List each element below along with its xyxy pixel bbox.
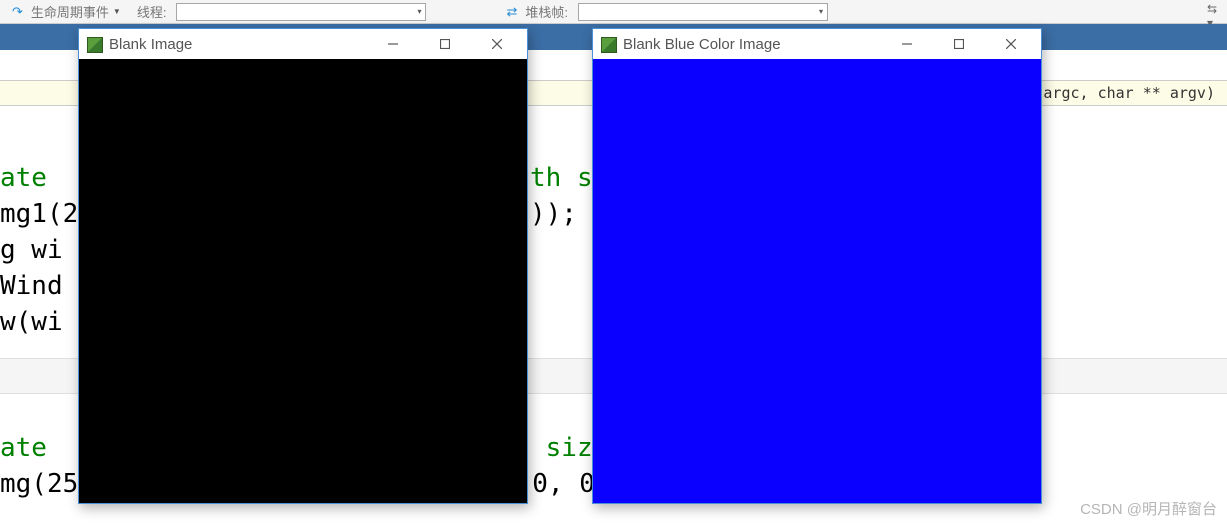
code-fragment: ate (0, 433, 63, 463)
cv-window-blank-image[interactable]: Blank Image (78, 28, 528, 504)
lifecycle-label: 生命周期事件 (31, 2, 109, 21)
code-fragment: th s (530, 163, 593, 193)
code-fragment: Wind (0, 271, 63, 301)
debug-toolbar: ↷ 生命周期事件 ▼ 线程: ▾ ⇄ 堆栈帧: ▾ ⇆▾ (0, 0, 1227, 24)
close-button[interactable] (989, 30, 1033, 58)
code-fragment: siz (530, 433, 593, 463)
stackframe-selector[interactable]: ⇄ 堆栈帧: ▾ (494, 2, 836, 21)
function-signature-text: t argc, char ** argv) (1025, 84, 1215, 102)
image-content-black (79, 59, 527, 503)
maximize-button[interactable] (937, 30, 981, 58)
code-fragment: ate (0, 163, 63, 193)
app-icon (601, 37, 615, 51)
arrow-icon: ↷ (12, 4, 23, 20)
image-content-blue (593, 59, 1041, 503)
thread-label: 线程: (137, 2, 167, 21)
code-fragment: mg1(2 (0, 199, 78, 229)
code-fragment: w(wi (0, 307, 63, 337)
minimize-button[interactable] (371, 30, 415, 58)
app-icon (87, 37, 101, 51)
code-fragment: )); (530, 199, 577, 229)
watermark: CSDN @明月醉窗台 (1080, 498, 1217, 519)
stackframe-dropdown[interactable]: ▾ (578, 3, 828, 21)
thread-dropdown[interactable]: ▾ (176, 3, 426, 21)
chevron-down-icon: ▼ (113, 7, 121, 16)
maximize-button[interactable] (423, 30, 467, 58)
code-fragment-right: th s )); (530, 124, 593, 232)
swap-icon: ⇄ (506, 4, 517, 20)
lifecycle-events-item[interactable]: ↷ 生命周期事件 ▼ (0, 2, 129, 21)
minimize-button[interactable] (885, 30, 929, 58)
window-title: Blank Image (109, 36, 363, 53)
chevron-down-icon: ▾ (819, 7, 823, 16)
code-fragment: g wi (0, 235, 63, 265)
thread-selector[interactable]: 线程: ▾ (129, 2, 435, 21)
code-fragment-right2: siz (530, 394, 593, 466)
window-title: Blank Blue Color Image (623, 36, 877, 53)
close-button[interactable] (475, 30, 519, 58)
titlebar[interactable]: Blank Blue Color Image (593, 29, 1041, 59)
titlebar[interactable]: Blank Image (79, 29, 527, 59)
cv-window-blank-blue-image[interactable]: Blank Blue Color Image (592, 28, 1042, 504)
chevron-down-icon: ▾ (417, 7, 421, 16)
stackframe-label: 堆栈帧: (525, 2, 568, 21)
